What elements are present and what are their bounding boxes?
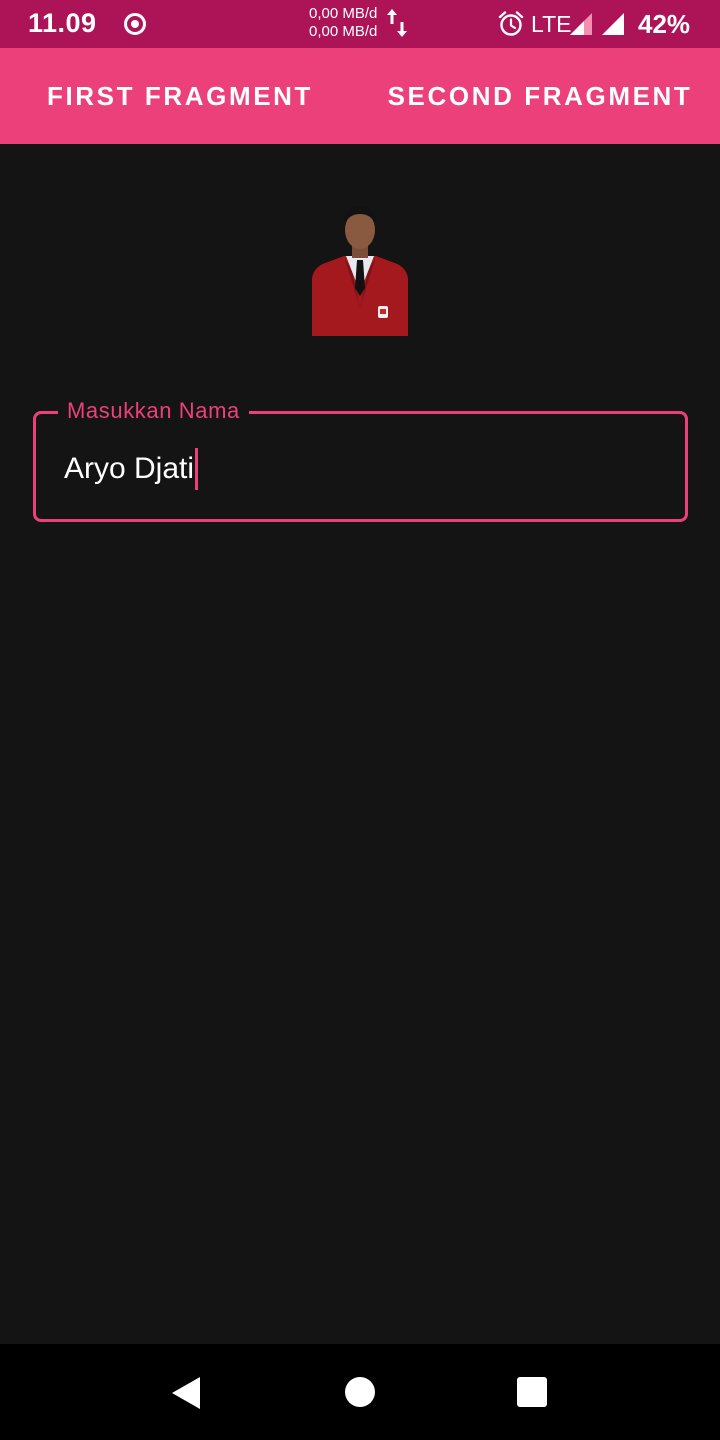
network-type: LTE — [531, 11, 572, 37]
back-icon[interactable] — [170, 1376, 202, 1410]
home-icon[interactable] — [344, 1376, 376, 1408]
net-up-text: 0,00 MB/d — [309, 5, 378, 22]
status-bar: 11.09 0,00 MB/d 0,00 MB/d LTE 42% — [0, 0, 720, 48]
tab-first-fragment[interactable]: FIRST FRAGMENT — [0, 48, 360, 144]
signal-icon — [602, 13, 624, 35]
text-cursor — [195, 448, 199, 490]
tab-bar: FIRST FRAGMENT SECOND FRAGMENT — [0, 48, 720, 144]
network-speed: 0,00 MB/d 0,00 MB/d — [309, 5, 377, 41]
battery-level: 42% — [638, 9, 691, 39]
navigation-bar — [0, 1344, 720, 1440]
record-icon — [124, 13, 146, 35]
name-field-label: Masukkan Nama — [58, 398, 249, 424]
alarm-icon — [498, 11, 524, 36]
profile-photo — [312, 200, 408, 336]
app-screen: 11.09 0,00 MB/d 0,00 MB/d LTE 42% FIRST … — [0, 0, 720, 1440]
name-input-value: Aryo Djati — [64, 452, 195, 485]
status-time: 11.09 — [28, 8, 97, 38]
recents-icon[interactable] — [516, 1376, 548, 1408]
name-input[interactable]: Aryo Djati — [64, 448, 199, 490]
tab-second-fragment[interactable]: SECOND FRAGMENT — [360, 48, 720, 144]
signal-icon — [570, 13, 592, 35]
name-text-field[interactable]: Masukkan Nama Aryo Djati — [33, 398, 688, 522]
net-down-text: 0,00 MB/d — [309, 23, 378, 40]
data-arrows-icon — [387, 9, 407, 37]
